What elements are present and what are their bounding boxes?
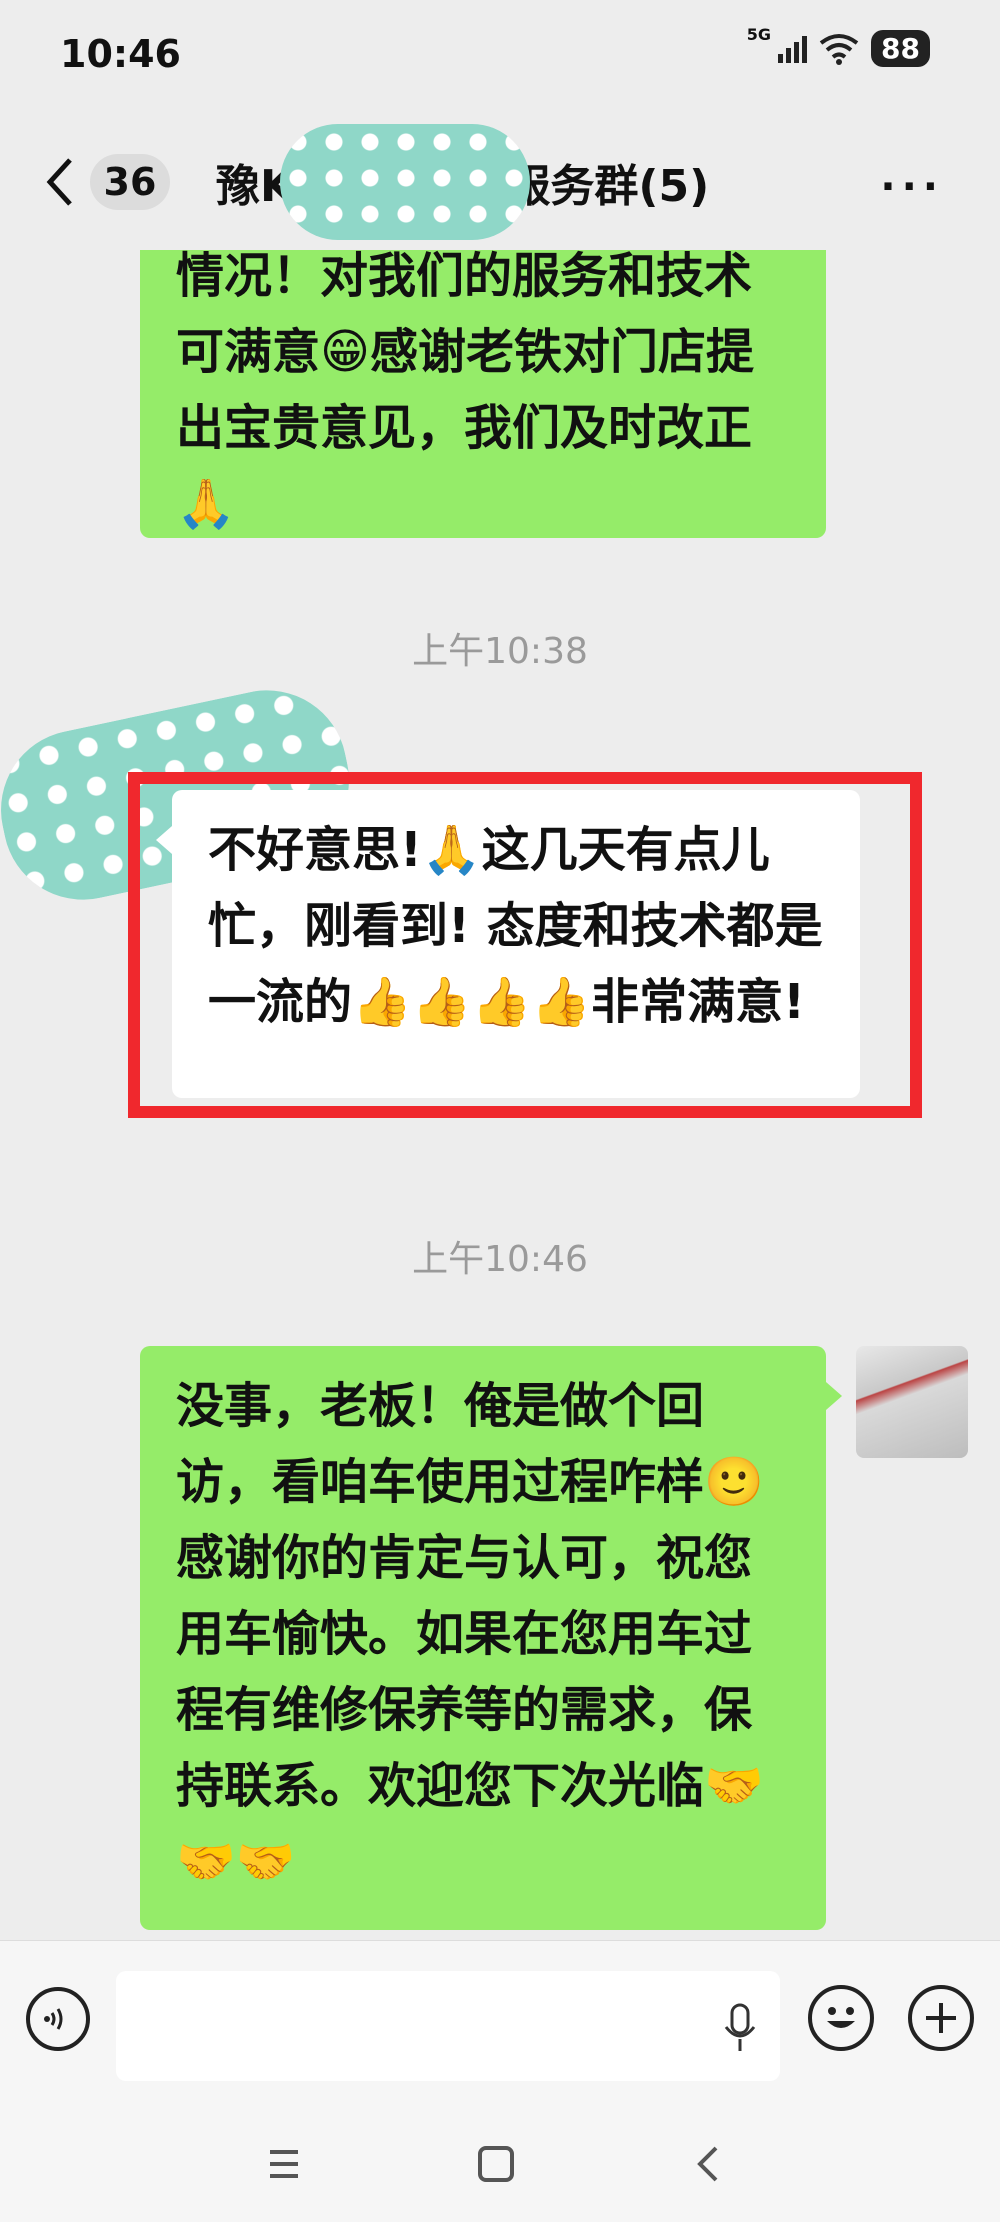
status-icons: 5G 88: [747, 25, 930, 67]
network-type: 5G: [746, 25, 772, 44]
back-arrow-icon[interactable]: [40, 152, 80, 212]
system-nav-bar: [0, 2110, 1000, 2222]
voice-icon[interactable]: [26, 1987, 90, 2051]
status-bar: 10:46 5G 88: [0, 0, 1000, 110]
signal-icon: [778, 35, 808, 63]
message-timestamp: 上午10:38: [412, 631, 588, 672]
menu-icon[interactable]: [254, 2134, 314, 2194]
clock: 10:46: [60, 32, 181, 76]
message-bubble-outgoing[interactable]: 没事，老板！俺是做个回访，看咱车使用过程咋样🙂感谢你的肯定与认可，祝您用车愉快。…: [140, 1346, 842, 1930]
mic-icon[interactable]: [722, 2003, 758, 2053]
redaction-mask: [280, 124, 530, 240]
nav-back-icon[interactable]: [678, 2134, 738, 2194]
message-timestamp: 上午10:46: [412, 1239, 588, 1280]
message-bubble-outgoing[interactable]: 情况！对我们的服务和技术可满意😁感谢老铁对门店提出宝贵意见，我们及时改正🙏: [140, 250, 826, 538]
message-input[interactable]: [116, 1971, 780, 2081]
avatar[interactable]: [856, 1346, 968, 1458]
highlight-box: [128, 772, 922, 1118]
unread-count-badge[interactable]: 36: [90, 154, 170, 210]
message-text: 情况！对我们的服务和技术可满意😁感谢老铁对门店提出宝贵意见，我们及时改正🙏: [176, 250, 755, 532]
bubble-tail: [826, 1382, 842, 1410]
emoji-icon[interactable]: [808, 1985, 874, 2051]
home-icon[interactable]: [466, 2134, 526, 2194]
plus-icon[interactable]: [908, 1985, 974, 2051]
more-icon[interactable]: ···: [880, 164, 944, 210]
battery-indicator: 88: [871, 30, 930, 67]
wifi-icon: [819, 33, 859, 65]
message-list[interactable]: 情况！对我们的服务和技术可满意😁感谢老铁对门店提出宝贵意见，我们及时改正🙏 上午…: [0, 250, 1000, 1940]
message-text: 没事，老板！俺是做个回访，看咱车使用过程咋样🙂感谢你的肯定与认可，祝您用车愉快。…: [176, 1378, 764, 1890]
input-bar: [0, 1940, 1000, 2111]
